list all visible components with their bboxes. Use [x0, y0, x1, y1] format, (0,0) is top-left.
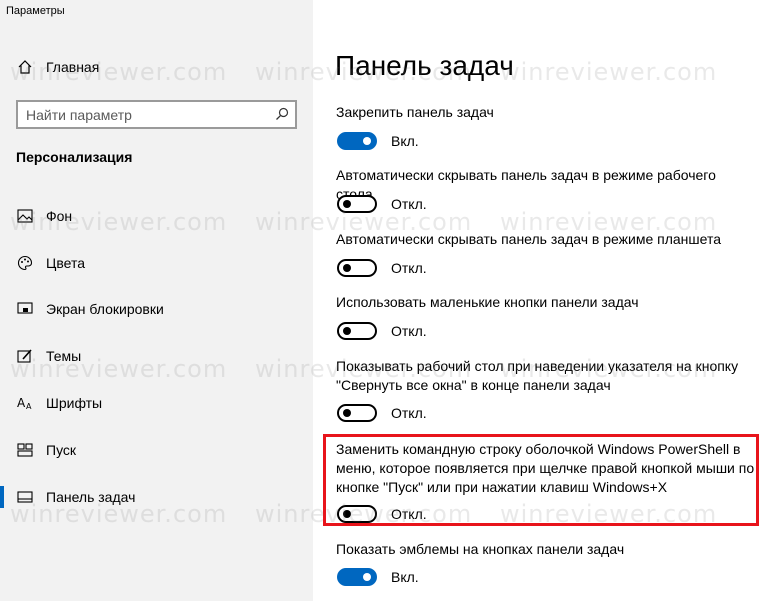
small-buttons-toggle[interactable]: [337, 322, 377, 340]
setting-label: Использовать маленькие кнопки панели зад…: [336, 294, 639, 310]
autohide-desktop-toggle[interactable]: [337, 195, 377, 213]
home-icon: [16, 58, 34, 76]
sidebar-item-label: Шрифты: [46, 395, 103, 411]
setting-toggle-row[interactable]: Откл.: [337, 404, 427, 422]
toggle-knob: [343, 200, 351, 208]
setting-toggle-row[interactable]: Откл.: [337, 505, 427, 523]
setting-label: Закрепить панель задач: [336, 104, 494, 120]
sidebar-item-themes[interactable]: Темы: [16, 345, 81, 367]
toggle-knob: [343, 409, 351, 417]
palette-icon: [16, 254, 34, 272]
fonts-icon: AA: [16, 394, 34, 412]
search-box[interactable]: [16, 100, 297, 129]
main-content: Панель задач Закрепить панель задач Вкл.…: [313, 0, 768, 601]
sidebar-item-label: Главная: [46, 59, 100, 75]
section-title: Персонализация: [16, 149, 133, 165]
active-indicator: [0, 486, 4, 508]
setting-label: Заменить командную строку оболочкой Wind…: [336, 441, 755, 495]
toggle-state: Откл.: [391, 405, 427, 421]
toggle-state: Откл.: [391, 323, 427, 339]
sidebar-item-home[interactable]: Главная: [16, 56, 99, 78]
peek-desktop-toggle[interactable]: [337, 404, 377, 422]
svg-text:A: A: [26, 402, 32, 411]
sidebar-item-colors[interactable]: Цвета: [16, 252, 85, 274]
setting-toggle-row[interactable]: Вкл.: [337, 568, 419, 586]
search-icon[interactable]: [275, 107, 289, 126]
sidebar-item-label: Панель задач: [46, 489, 136, 505]
setting-label: Показывать рабочий стол при наведении ук…: [336, 358, 739, 393]
toggle-state: Вкл.: [391, 569, 419, 585]
setting-toggle-row[interactable]: Откл.: [337, 322, 427, 340]
start-icon: [16, 441, 34, 459]
sidebar-item-start[interactable]: Пуск: [16, 439, 76, 461]
setting-toggle-row[interactable]: Откл.: [337, 259, 427, 277]
setting-label: Показать эмблемы на кнопках панели задач: [336, 541, 625, 557]
svg-text:A: A: [17, 396, 26, 410]
picture-icon: [16, 207, 34, 225]
toggle-knob: [343, 264, 351, 272]
toggle-state: Откл.: [391, 196, 427, 212]
taskbar-icon: [16, 488, 34, 506]
setting-toggle-row[interactable]: Откл.: [337, 195, 427, 213]
toggle-state: Откл.: [391, 260, 427, 276]
toggle-knob: [363, 573, 371, 581]
sidebar-item-label: Темы: [46, 348, 82, 364]
sidebar: Параметры Главная Персонализация Фон Цве…: [0, 0, 313, 601]
badges-toggle[interactable]: [337, 568, 377, 586]
toggle-state: Откл.: [391, 506, 427, 522]
sidebar-item-lock-screen[interactable]: Экран блокировки: [16, 298, 164, 320]
toggle-knob: [363, 137, 371, 145]
sidebar-item-fonts[interactable]: AA Шрифты: [16, 392, 102, 414]
lock-taskbar-toggle[interactable]: [337, 132, 377, 150]
toggle-knob: [343, 510, 351, 518]
setting-label: Автоматически скрывать панель задач в ре…: [336, 231, 721, 247]
setting-toggle-row[interactable]: Вкл.: [337, 132, 419, 150]
sidebar-item-label: Фон: [46, 208, 73, 224]
sidebar-item-label: Цвета: [46, 255, 85, 271]
window-title: Параметры: [6, 5, 65, 17]
lock-screen-icon: [16, 300, 34, 318]
autohide-tablet-toggle[interactable]: [337, 259, 377, 277]
sidebar-item-label: Пуск: [46, 442, 77, 458]
sidebar-item-taskbar[interactable]: Панель задач: [16, 486, 135, 508]
sidebar-item-label: Экран блокировки: [46, 301, 164, 317]
sidebar-item-background[interactable]: Фон: [16, 205, 72, 227]
brush-icon: [16, 347, 34, 365]
page-title: Панель задач: [335, 50, 514, 81]
toggle-knob: [343, 327, 351, 335]
toggle-state: Вкл.: [391, 133, 419, 149]
powershell-toggle[interactable]: [337, 505, 377, 523]
search-input[interactable]: [18, 102, 266, 127]
